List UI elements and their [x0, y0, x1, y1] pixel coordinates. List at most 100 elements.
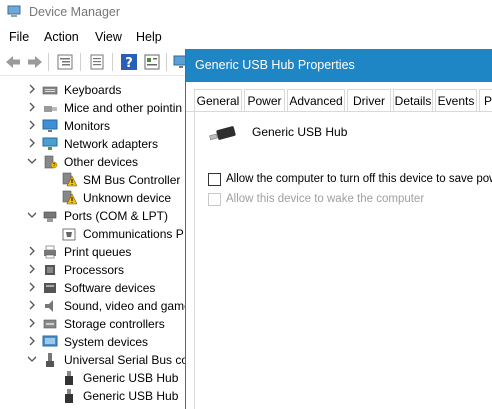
tree-item-sm-bus-controller[interactable]: SM Bus Controller: [0, 171, 185, 189]
tree-item-label: Software devices: [64, 281, 156, 295]
tree-item-monitors[interactable]: Monitors: [0, 117, 185, 135]
tree-item-label: Sound, video and game: [64, 299, 185, 313]
tree-item-label: Generic USB Hub: [83, 389, 179, 403]
usb-icon: [46, 353, 54, 367]
tree-item-label: Other devices: [64, 155, 139, 169]
system-device-icon: [42, 335, 58, 347]
view-icon[interactable]: [143, 53, 161, 71]
tree-item-communications-p[interactable]: Communications P: [0, 225, 185, 243]
dialog-title: Generic USB Hub Properties: [195, 58, 355, 72]
other-devices-icon: ?: [44, 155, 58, 169]
toolbar-separator: [48, 53, 49, 71]
tab-power-management[interactable]: Po: [479, 89, 492, 112]
chevron-right-icon[interactable]: [27, 84, 37, 94]
tree-item-label: Universal Serial Bus cor: [64, 353, 185, 367]
chevron-right-icon[interactable]: [27, 282, 37, 292]
warning-device-icon: [62, 190, 77, 205]
menu-action[interactable]: Action: [44, 30, 79, 44]
software-device-icon: [44, 283, 56, 293]
tree-item-universal-serial-bus-cor[interactable]: Universal Serial Bus cor: [0, 351, 185, 369]
tab-driver[interactable]: Driver: [347, 89, 391, 112]
device-tree: Keyboards Mice and other pointin Monitors N…: [0, 77, 185, 409]
chevron-down-icon[interactable]: [27, 354, 37, 364]
tree-item-label: System devices: [64, 335, 149, 349]
allow-turn-off-label: Allow the computer to turn off this devi…: [226, 173, 492, 185]
communications-port-icon: [62, 228, 76, 241]
tree-item-storage-controllers[interactable]: Storage controllers: [0, 315, 185, 333]
tab-events[interactable]: Events: [435, 89, 477, 112]
tab-general[interactable]: General: [194, 89, 242, 112]
forward-icon[interactable]: [26, 53, 44, 71]
allow-wake-checkbox: [208, 193, 221, 206]
network-icon: [42, 137, 58, 150]
chevron-right-icon[interactable]: [27, 264, 37, 274]
allow-turn-off-checkbox[interactable]: [208, 173, 221, 186]
tree-item-label: Communications P: [83, 227, 184, 241]
tree-view-icon[interactable]: [56, 53, 74, 71]
help-icon[interactable]: ?: [120, 53, 138, 71]
mouse-icon: [44, 106, 57, 112]
tree-item-label: Processors: [64, 263, 125, 277]
tree-item-software-devices[interactable]: Software devices: [0, 279, 185, 297]
tree-item-processors[interactable]: Processors: [0, 261, 185, 279]
tree-item-other-devices[interactable]: ? Other devices: [0, 153, 185, 171]
monitor-icon: [42, 119, 58, 132]
toolbar-separator: [80, 53, 81, 71]
chevron-right-icon[interactable]: [27, 246, 37, 256]
allow-wake-label: Allow this device to wake the computer: [226, 193, 425, 205]
tree-item-mice-and-other-pointin[interactable]: Mice and other pointin: [0, 99, 185, 117]
properties-icon[interactable]: [88, 53, 106, 71]
chevron-right-icon[interactable]: [27, 120, 37, 130]
tab-panel: [194, 112, 492, 409]
menu-bar: File Action View Help: [0, 26, 492, 48]
tree-item-keyboards[interactable]: Keyboards: [0, 81, 185, 99]
chevron-down-icon[interactable]: [27, 210, 37, 220]
usb-plug-icon: [65, 389, 73, 403]
chevron-right-icon[interactable]: [27, 318, 37, 328]
menu-file[interactable]: File: [9, 30, 29, 44]
toolbar-separator: [166, 53, 167, 71]
tree-item-label: Print queues: [64, 245, 132, 259]
device-manager-icon: [7, 5, 21, 17]
menu-view[interactable]: View: [95, 30, 122, 44]
dialog-title-bar[interactable]: Generic USB Hub Properties: [186, 49, 492, 82]
usb-plug-icon: [209, 126, 236, 141]
tab-details[interactable]: Details: [393, 89, 433, 112]
tree-item-label: Monitors: [64, 119, 111, 133]
speaker-icon: [45, 300, 53, 312]
tab-strip: General Power Advanced Driver Details Ev…: [186, 82, 492, 112]
tree-item-print-queues[interactable]: Print queues: [0, 243, 185, 261]
printer-icon: [44, 245, 56, 259]
tree-item-sound-video-and-game[interactable]: Sound, video and game: [0, 297, 185, 315]
chevron-right-icon[interactable]: [27, 300, 37, 310]
tree-item-system-devices[interactable]: System devices: [0, 333, 185, 351]
back-icon[interactable]: [4, 53, 22, 71]
tree-item-generic-usb-hub[interactable]: Generic USB Hub: [0, 387, 185, 405]
tree-item-label: Generic USB Hub: [83, 371, 179, 385]
tree-item-network-adapters[interactable]: Network adapters: [0, 135, 185, 153]
properties-dialog: Generic USB Hub Properties General Power…: [185, 49, 492, 409]
menu-help[interactable]: Help: [136, 30, 162, 44]
device-manager-title-bar: Device Manager: [0, 0, 492, 26]
chevron-right-icon[interactable]: [27, 336, 37, 346]
tree-item-generic-usb-hub[interactable]: Generic USB Hub: [0, 369, 185, 387]
processor-icon: [45, 265, 55, 275]
tab-advanced[interactable]: Advanced: [287, 89, 345, 112]
svg-text:?: ?: [125, 56, 133, 71]
chevron-right-icon[interactable]: [27, 102, 37, 112]
tree-item-label: Storage controllers: [64, 317, 165, 331]
chevron-down-icon[interactable]: [27, 156, 37, 166]
tree-item-label: Network adapters: [64, 137, 159, 151]
tree-item-label: Unknown device: [83, 191, 172, 205]
usb-plug-icon: [65, 371, 73, 385]
keyboard-icon: [42, 86, 58, 95]
chevron-right-icon[interactable]: [27, 138, 37, 148]
device-name: Generic USB Hub: [252, 125, 348, 139]
tree-item-unknown-device[interactable]: Unknown device: [0, 189, 185, 207]
port-icon: [43, 211, 57, 222]
tree-item-ports-com-lpt[interactable]: Ports (COM & LPT): [0, 207, 185, 225]
tree-item-label: Mice and other pointin: [64, 101, 183, 115]
tab-power[interactable]: Power: [244, 89, 285, 112]
tree-item-label: SM Bus Controller: [83, 173, 181, 187]
svg-text:?: ?: [53, 163, 56, 169]
